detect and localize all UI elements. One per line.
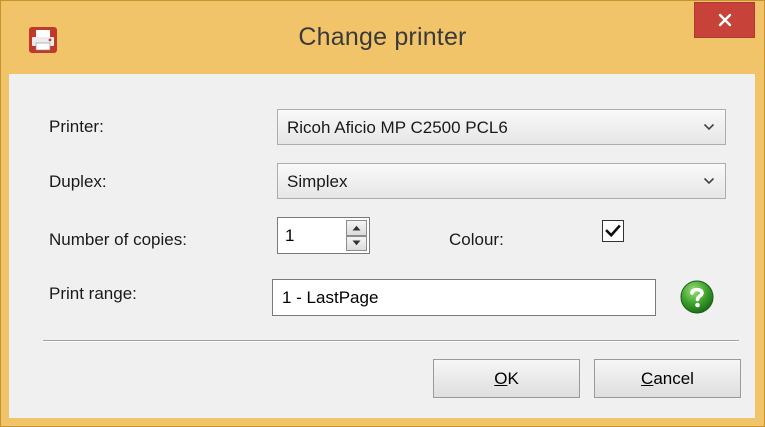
duplex-label: Duplex: bbox=[49, 172, 107, 191]
duplex-select[interactable]: Simplex bbox=[277, 163, 726, 199]
chevron-down-icon bbox=[703, 123, 715, 131]
ok-button[interactable]: OK bbox=[433, 359, 580, 398]
printer-select[interactable]: Ricoh Aficio MP C2500 PCL6 bbox=[277, 109, 726, 145]
printer-select-value: Ricoh Aficio MP C2500 PCL6 bbox=[287, 118, 508, 137]
copies-decrement-button[interactable] bbox=[346, 235, 367, 251]
title-bar[interactable]: Change printer bbox=[1, 1, 764, 73]
window-title: Change printer bbox=[298, 23, 467, 51]
colour-checkbox[interactable] bbox=[602, 220, 624, 242]
ok-mnemonic: O bbox=[494, 368, 508, 388]
arrow-down-icon bbox=[352, 240, 361, 246]
copies-value: 1 bbox=[285, 226, 295, 245]
duplex-select-value: Simplex bbox=[287, 172, 348, 191]
chevron-down-icon bbox=[703, 177, 715, 185]
ok-label-rest: K bbox=[507, 368, 519, 388]
copies-label: Number of copies: bbox=[49, 230, 187, 249]
print-range-input[interactable]: 1 - LastPage bbox=[272, 279, 656, 316]
cancel-mnemonic: C bbox=[641, 368, 654, 388]
close-icon bbox=[718, 13, 731, 27]
dialog-window: Change printer Printer: Ricoh Aficio MP … bbox=[0, 0, 765, 427]
separator bbox=[43, 340, 739, 342]
copies-stepper[interactable]: 1 bbox=[277, 217, 370, 254]
print-range-value: 1 - LastPage bbox=[282, 288, 379, 307]
colour-label: Colour: bbox=[449, 230, 504, 249]
checkmark-icon bbox=[605, 224, 621, 238]
print-range-label: Print range: bbox=[49, 284, 137, 303]
close-button[interactable] bbox=[694, 2, 755, 38]
arrow-up-icon bbox=[352, 225, 361, 231]
printer-label: Printer: bbox=[49, 117, 104, 136]
help-question-icon[interactable] bbox=[680, 280, 714, 314]
cancel-label-rest: ancel bbox=[653, 368, 694, 388]
cancel-button[interactable]: Cancel bbox=[594, 359, 741, 398]
dialog-body: Printer: Ricoh Aficio MP C2500 PCL6 Dupl… bbox=[9, 74, 755, 418]
copies-increment-button[interactable] bbox=[346, 220, 367, 236]
